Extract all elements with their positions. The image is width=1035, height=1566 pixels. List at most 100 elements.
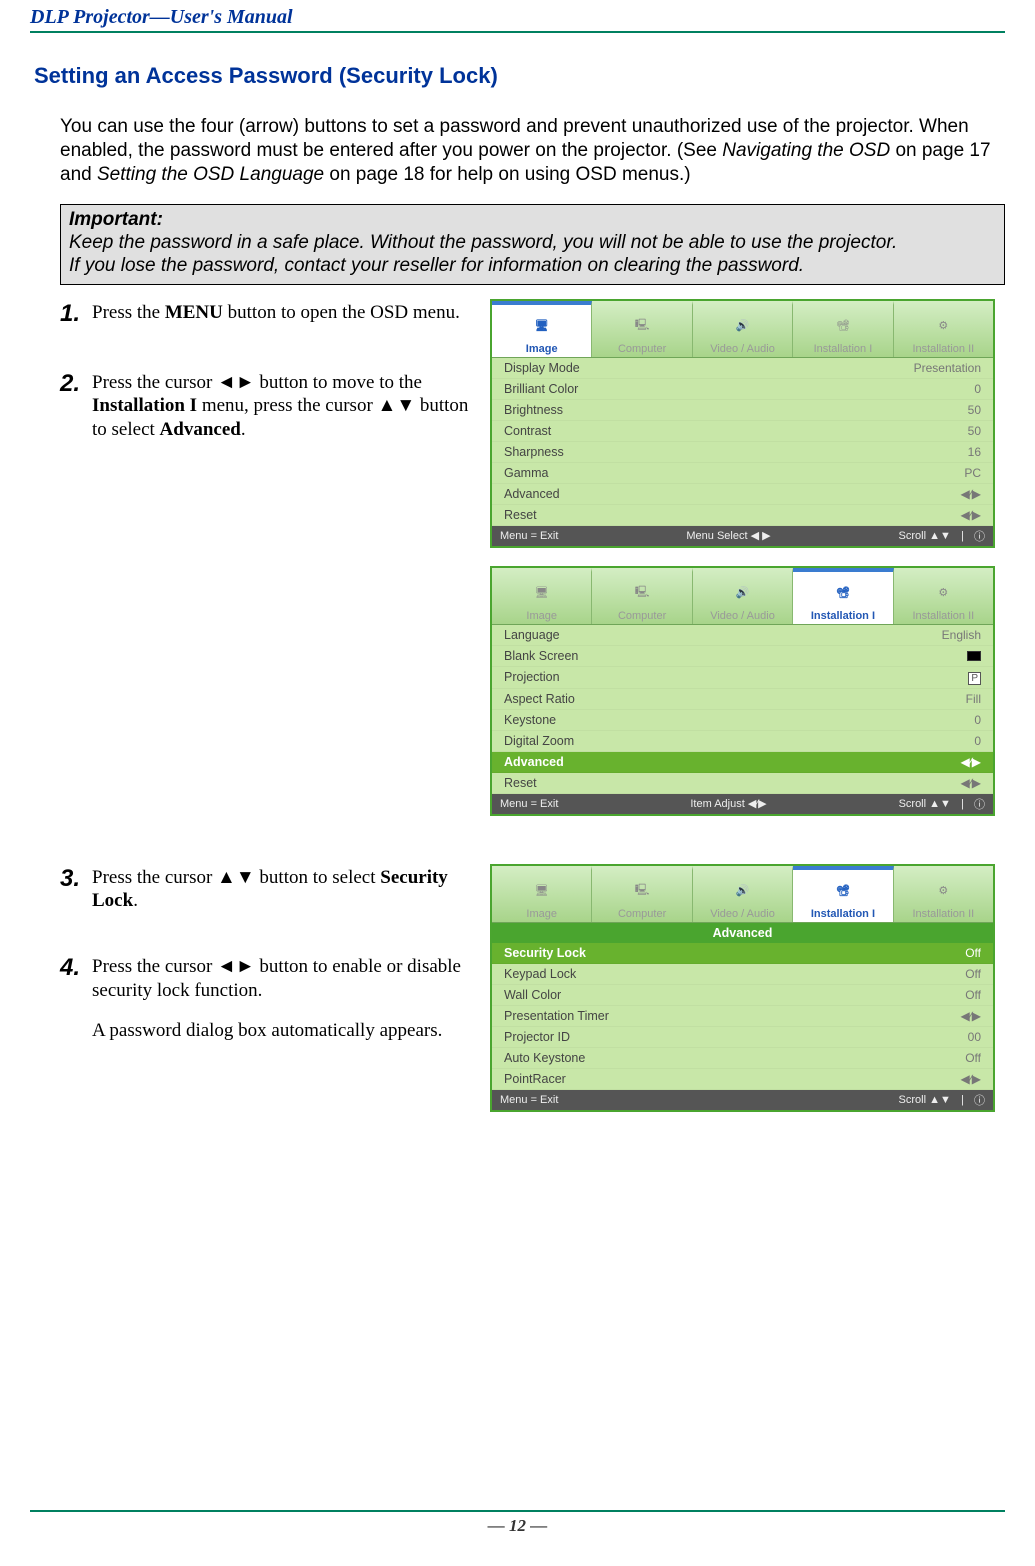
osd2-row-highlight: Advanced ◀∕▶ (492, 752, 993, 773)
step-3-text-c: . (133, 890, 138, 911)
osd1-r3-label: Contrast (504, 424, 551, 438)
speaker-icon: 🔊 (736, 586, 750, 599)
intro-text-3: on page 18 for help on using OSD menus.) (324, 164, 691, 185)
osd1-tab4-label: Installation I (814, 343, 873, 355)
osd3-tab-computer: 🖳 Computer (592, 866, 692, 922)
osd3-row-highlight: Security Lock Off (492, 943, 993, 964)
osd2-tab-install1: 📽Installation I (793, 568, 893, 624)
monitor-icon: 🖥 (535, 884, 549, 897)
osd2-row: Digital Zoom0 (492, 731, 993, 752)
osd3-tab5-label: Installation II (912, 908, 974, 920)
osd1-foot-mid: Menu Select ◀ ▶ (686, 529, 770, 542)
osd3-row: Projector ID 00 (492, 1027, 993, 1048)
info-icon: ⓘ (974, 528, 985, 544)
osd1-tab3-label: Video / Audio (710, 343, 775, 355)
osd2-tabbar: 🖥Image 🖳Computer 🔊Video / Audio 📽Install… (492, 568, 993, 625)
osd1-r7-value: ◀∕▶ (961, 508, 981, 522)
osd3-r2-value: Off (965, 988, 981, 1002)
step-3: 3. Press the cursor ▲▼ button to select … (60, 864, 480, 914)
osd2-r0-label: Language (504, 628, 560, 642)
osd3-tab-install1: 📽Installation I (793, 866, 893, 922)
osd1-r1-label: Brilliant Color (504, 382, 578, 396)
note-line-2: If you lose the password, contact your r… (69, 255, 996, 278)
osd2-r7-value: ◀∕▶ (961, 776, 981, 790)
step-2-text-e: . (241, 419, 246, 440)
osd3-r4-value: 00 (968, 1030, 981, 1044)
osd3-tab1-label: Image (526, 908, 557, 920)
gear-icon: ⚙ (938, 586, 948, 599)
step-4-number: 4. (60, 953, 92, 983)
footer-rule (30, 1510, 1005, 1512)
speaker-icon: 🔊 (736, 884, 750, 897)
osd3-r4-label: Projector ID (504, 1030, 570, 1044)
osd2-row: Language English (492, 625, 993, 646)
osd1-tab-install2: ⚙Installation II (894, 301, 993, 357)
osd2-row: Aspect RatioFill (492, 689, 993, 710)
osd3-r1-value: Off (965, 967, 981, 981)
osd2-r5-value: 0 (974, 734, 981, 748)
osd2-footer: Menu = Exit Item Adjust ◀∕▶ Scroll ▲▼ | … (492, 794, 993, 814)
gear-icon: ⚙ (938, 884, 948, 897)
computer-icon: 🖳 (635, 881, 650, 900)
osd2-foot-mid: Item Adjust ◀∕▶ (690, 797, 766, 810)
osd2-r0-value: English (942, 628, 981, 642)
osd2-r3-label: Aspect Ratio (504, 692, 575, 706)
section-heading: Setting an Access Password (Security Loc… (30, 63, 1005, 89)
osd1-tab-computer: 🖳Computer (592, 301, 692, 357)
computer-icon: 🖳 (635, 316, 650, 335)
osd1-tabbar: 🖥 Image 🖳Computer 🔊 Video / Audio 📽 Install… (492, 301, 993, 358)
osd1-tab-video: 🔊 Video / Audio (693, 301, 793, 357)
osd2-r6-value: ◀∕▶ (961, 755, 981, 769)
osd3-r5-value: Off (965, 1051, 981, 1065)
osd3-r5-label: Auto Keystone (504, 1051, 585, 1065)
step-2-text-a: Press the cursor ◄► button to move to th… (92, 372, 422, 393)
info-icon: ⓘ (974, 1092, 985, 1108)
projector-icon: 📽 (836, 586, 850, 599)
osd1-foot-left: Menu = Exit (500, 530, 558, 542)
osd2-tab-video: 🔊Video / Audio (693, 568, 793, 624)
osd3-tab-image: 🖥 Image (492, 866, 592, 922)
osd3-r0-value: Off (965, 946, 981, 960)
step-2-bold-2: Advanced (160, 419, 241, 440)
step-3-number: 3. (60, 864, 92, 894)
osd-screenshot-3: 🖥 Image 🖳 Computer 🔊 Video / Audio 📽Install… (490, 864, 995, 1112)
osd3-row: Wall ColorOff (492, 985, 993, 1006)
osd2-foot-left: Menu = Exit (500, 798, 558, 810)
osd3-tab3-label: Video / Audio (710, 908, 775, 920)
intro-paragraph: You can use the four (arrow) buttons to … (30, 115, 1005, 186)
osd2-tab-computer: 🖳Computer (592, 568, 692, 624)
osd1-row: Reset◀∕▶ (492, 505, 993, 526)
osd1-row: Display ModePresentation (492, 358, 993, 379)
step-1-number: 1. (60, 299, 92, 329)
osd3-footer: Menu = Exit Scroll ▲▼ | ⓘ (492, 1090, 993, 1110)
osd-screenshot-1: 🖥 Image 🖳Computer 🔊 Video / Audio 📽 Install… (490, 299, 995, 548)
projection-glyph-icon: P (968, 672, 981, 685)
step-1: 1. Press the MENU button to open the OSD… (60, 299, 480, 329)
osd3-tab-video: 🔊 Video / Audio (693, 866, 793, 922)
intro-italic-2: Setting the OSD Language (97, 164, 324, 185)
gear-icon: ⚙ (938, 319, 948, 332)
osd2-r7-label: Reset (504, 776, 537, 790)
osd1-tab1-label: Image (526, 343, 558, 355)
monitor-icon: 🖥 (535, 319, 549, 332)
step-1-text-a: Press the (92, 302, 165, 323)
step-1-bold: MENU (165, 302, 223, 323)
osd3-tab-install2: ⚙ Installation II (894, 866, 993, 922)
osd3-row: PointRacer◀∕▶ (492, 1069, 993, 1090)
info-icon: ⓘ (974, 796, 985, 812)
osd1-foot-right: Scroll ▲▼ | ⓘ (899, 528, 985, 544)
osd2-row: ProjectionP (492, 667, 993, 689)
osd2-r4-value: 0 (974, 713, 981, 727)
osd1-footer: Menu = Exit Menu Select ◀ ▶ Scroll ▲▼ | … (492, 526, 993, 546)
osd1-r4-value: 16 (968, 445, 981, 459)
osd1-r0-value: Presentation (914, 361, 981, 375)
osd3-r0-label: Security Lock (504, 946, 586, 960)
osd2-tab1-label: Image (526, 610, 557, 622)
osd1-r2-label: Brightness (504, 403, 563, 417)
osd2-row: Keystone0 (492, 710, 993, 731)
osd2-r6-label: Advanced (504, 755, 564, 769)
osd2-body: LanguageEnglish Blank Screen ProjectionP… (492, 625, 993, 794)
speaker-icon: 🔊 (736, 319, 750, 332)
osd3-tab2-label: Computer (618, 908, 666, 920)
projector-icon: 📽 (836, 319, 850, 332)
